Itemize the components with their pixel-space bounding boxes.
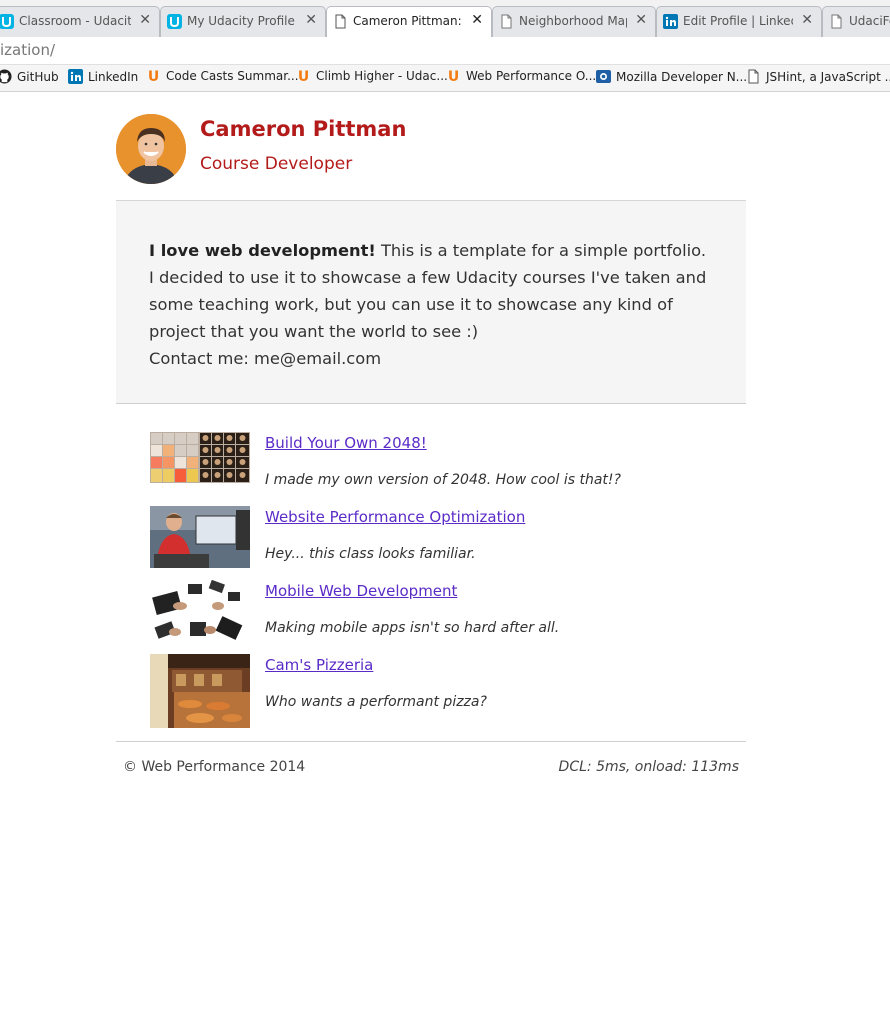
tab-strip: Classroom - Udacity ✕ My Udacity Profile…	[0, 0, 890, 37]
project-thumbnail-pizzeria[interactable]	[150, 654, 250, 728]
github-icon	[0, 69, 12, 84]
close-icon[interactable]: ✕	[139, 12, 151, 28]
bookmark-jshint[interactable]: JSHint, a JavaScript ...	[746, 69, 890, 88]
bookmark-label: Code Casts Summar...	[166, 69, 299, 83]
tab-udacifeeds[interactable]: UdaciFe	[822, 6, 890, 37]
intro-section: I love web development! This is a templa…	[116, 201, 746, 404]
bookmark-linkedin[interactable]: LinkedIn	[68, 69, 138, 88]
address-bar[interactable]: ization/	[0, 37, 890, 65]
udacity-u-icon: U	[297, 69, 310, 85]
project-description: I made my own version of 2048. How cool …	[265, 472, 621, 488]
intro-bold: I love web development!	[149, 241, 376, 260]
list-item: Build Your Own 2048! I made my own versi…	[150, 432, 746, 506]
list-item: Mobile Web Development Making mobile app…	[150, 580, 746, 654]
tab-label: Edit Profile | LinkedIn	[683, 14, 793, 28]
bookmark-climb-higher[interactable]: U Climb Higher - Udac...	[296, 69, 448, 88]
project-thumbnail-2048[interactable]	[150, 432, 250, 483]
intro-paragraph: I love web development! This is a templa…	[149, 237, 713, 372]
close-icon[interactable]: ✕	[305, 12, 317, 28]
project-list: Build Your Own 2048! I made my own versi…	[116, 404, 746, 742]
page-icon	[831, 14, 842, 29]
bookmark-label: Climb Higher - Udac...	[316, 69, 448, 83]
profile-role: Course Developer	[200, 154, 353, 174]
linkedin-icon	[663, 14, 678, 29]
profile-name: Cameron Pittman	[200, 117, 407, 141]
contact-line: Contact me: me@email.com	[149, 349, 382, 368]
bookmark-label: LinkedIn	[88, 70, 139, 84]
bookmark-label: JSHint, a JavaScript ...	[766, 70, 890, 84]
portfolio-page: Cameron Pittman Course Developer I love …	[116, 93, 746, 790]
udacity-u-icon: U	[447, 69, 460, 85]
bookmark-code-casts[interactable]: U Code Casts Summar...	[146, 69, 299, 88]
tab-classroom[interactable]: Classroom - Udacity ✕	[0, 6, 160, 37]
bookmark-label: Web Performance O...	[466, 69, 597, 83]
project-description: Who wants a performant pizza?	[265, 694, 487, 710]
mdn-icon	[596, 70, 611, 83]
close-icon[interactable]: ✕	[635, 12, 647, 28]
linkedin-icon	[68, 69, 83, 84]
list-item: Website Performance Optimization Hey... …	[150, 506, 746, 580]
close-icon[interactable]: ✕	[471, 12, 483, 28]
project-link-performance[interactable]: Website Performance Optimization	[265, 508, 525, 526]
udacity-icon	[167, 14, 182, 29]
close-icon[interactable]: ✕	[801, 12, 813, 28]
bookmark-label: Mozilla Developer N...	[616, 70, 748, 84]
udacity-icon	[0, 14, 14, 29]
project-description: Hey... this class looks familiar.	[265, 546, 476, 562]
profile-header: Cameron Pittman Course Developer	[116, 93, 746, 201]
tab-label: UdaciFe	[849, 14, 890, 28]
bookmark-web-performance[interactable]: U Web Performance O...	[446, 69, 596, 88]
bookmark-mdn[interactable]: Mozilla Developer N...	[596, 69, 747, 88]
tab-linkedin[interactable]: Edit Profile | LinkedIn ✕	[656, 6, 822, 37]
url-text[interactable]: ization/	[0, 41, 55, 59]
copyright-text: © Web Performance 2014	[123, 759, 306, 775]
project-thumbnail-performance[interactable]	[150, 506, 250, 568]
tab-label: Classroom - Udacity	[19, 14, 131, 28]
bookmarks-bar: GitHub LinkedIn U Code Casts Summar... UC…	[0, 65, 890, 92]
project-thumbnail-mobile[interactable]	[150, 580, 250, 642]
bookmark-github[interactable]: GitHub	[0, 69, 59, 88]
page-footer: © Web Performance 2014 DCL: 5ms, onload:…	[116, 742, 746, 790]
project-description: Making mobile apps isn't so hard after a…	[265, 620, 560, 636]
project-link-2048[interactable]: Build Your Own 2048!	[265, 434, 427, 452]
bookmark-label: GitHub	[17, 70, 59, 84]
tab-portfolio[interactable]: Cameron Pittman: Po ✕	[326, 6, 492, 37]
tab-neighborhood-map[interactable]: Neighborhood Map ✕	[492, 6, 656, 37]
list-item: Cam's Pizzeria Who wants a performant pi…	[150, 654, 746, 728]
tab-udacity-profile[interactable]: My Udacity Profile ✕	[160, 6, 326, 37]
project-link-mobile[interactable]: Mobile Web Development	[265, 582, 457, 600]
page-icon	[501, 14, 512, 29]
page-icon	[335, 14, 346, 29]
tab-label: Neighborhood Map	[519, 14, 627, 28]
perf-metrics: DCL: 5ms, onload: 113ms	[558, 759, 739, 775]
tab-label: Cameron Pittman: Po	[353, 14, 463, 28]
udacity-u-icon: U	[147, 69, 160, 85]
page-icon	[748, 69, 759, 84]
avatar	[116, 114, 186, 184]
tab-label: My Udacity Profile	[187, 14, 295, 28]
project-link-pizzeria[interactable]: Cam's Pizzeria	[265, 656, 373, 674]
